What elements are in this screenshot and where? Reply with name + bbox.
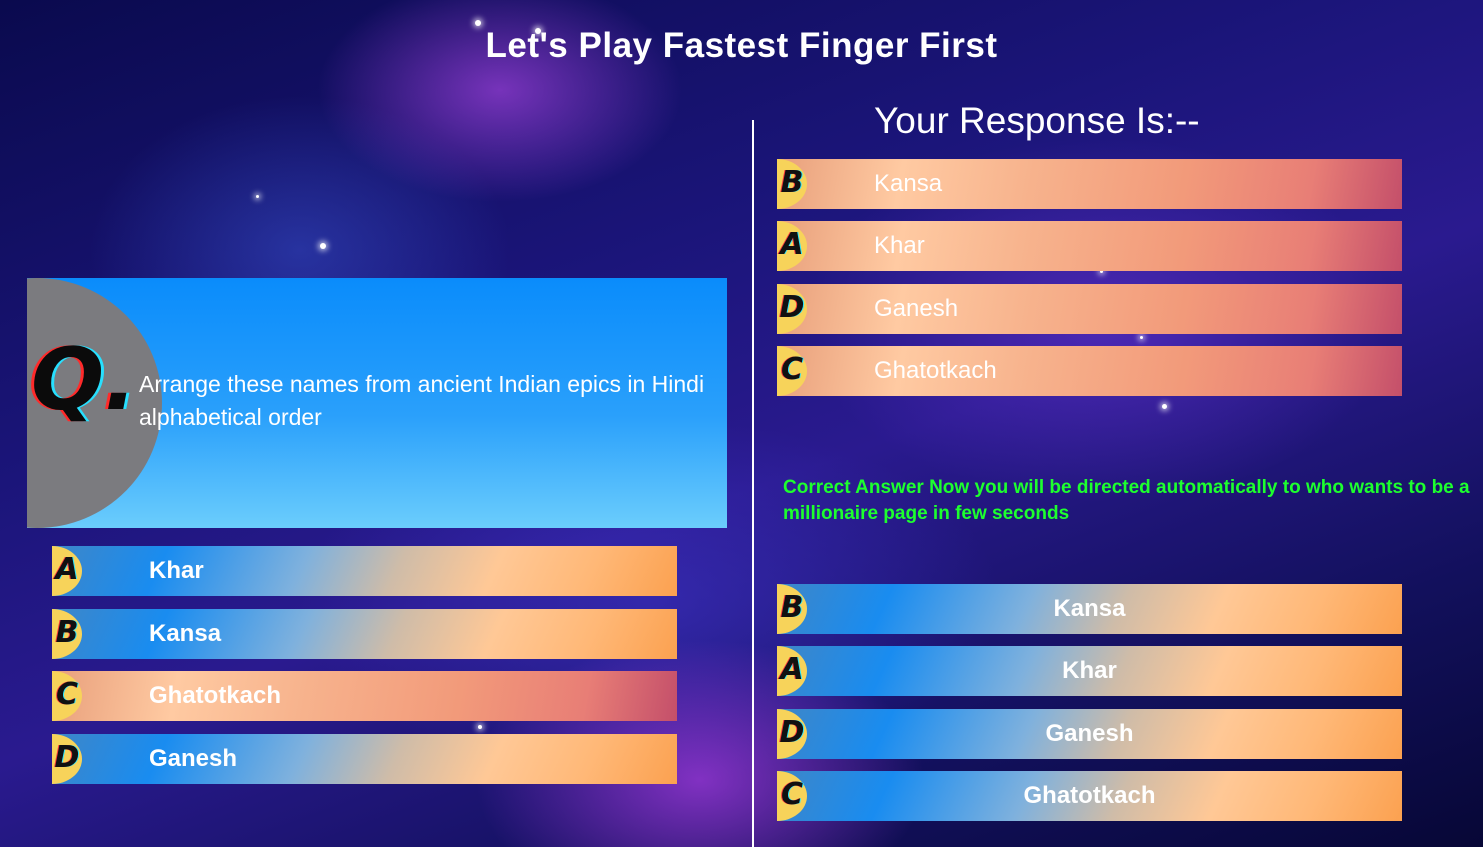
response-letter: C — [780, 352, 804, 387]
option-label: Ghatotkach — [149, 682, 282, 709]
correct-label: Khar — [1062, 657, 1117, 684]
response-item: D Ganesh — [777, 284, 1402, 334]
star-decoration — [478, 725, 482, 729]
star-decoration — [320, 243, 326, 249]
option-letter: A — [55, 552, 79, 587]
response-letter: D — [779, 290, 805, 325]
option-c-button[interactable]: C Ghatotkach — [52, 671, 677, 721]
star-decoration — [1162, 404, 1167, 409]
correct-order-item: A Khar — [777, 646, 1402, 696]
option-label: Kansa — [149, 620, 222, 647]
correct-label: Ganesh — [1045, 720, 1134, 747]
response-letter: B — [780, 165, 804, 200]
response-item: B Kansa — [777, 159, 1402, 209]
correct-order-item: D Ganesh — [777, 709, 1402, 759]
star-decoration — [256, 195, 259, 198]
vertical-divider — [752, 120, 754, 847]
question-text: Arrange these names from ancient Indian … — [139, 371, 705, 430]
response-heading: Your Response Is:-- — [874, 100, 1200, 141]
option-a-button[interactable]: A Khar — [52, 546, 677, 596]
response-label: Khar — [874, 232, 925, 259]
option-letter: D — [54, 740, 80, 775]
question-marker-icon: Q. — [31, 330, 137, 430]
response-label: Ghatotkach — [874, 357, 997, 384]
response-label: Ganesh — [874, 295, 959, 322]
result-message: Correct Answer Now you will be directed … — [783, 477, 1470, 524]
response-letter: A — [780, 227, 804, 262]
page-title: Let's Play Fastest Finger First — [485, 26, 998, 65]
option-label: Ganesh — [149, 745, 238, 772]
option-letter: C — [55, 677, 79, 712]
response-item: C Ghatotkach — [777, 346, 1402, 396]
question-panel: Q. Arrange these names from ancient Indi… — [27, 278, 727, 528]
option-letter: B — [55, 615, 79, 650]
correct-order-item: C Ghatotkach — [777, 771, 1402, 821]
response-item: A Khar — [777, 221, 1402, 271]
option-label: Khar — [149, 557, 204, 584]
correct-label: Kansa — [1053, 595, 1126, 622]
star-decoration — [1140, 336, 1143, 339]
correct-order-item: B Kansa — [777, 584, 1402, 634]
option-b-button[interactable]: B Kansa — [52, 609, 677, 659]
correct-label: Ghatotkach — [1023, 782, 1156, 809]
response-label: Kansa — [874, 170, 943, 197]
option-d-button[interactable]: D Ganesh — [52, 734, 677, 784]
